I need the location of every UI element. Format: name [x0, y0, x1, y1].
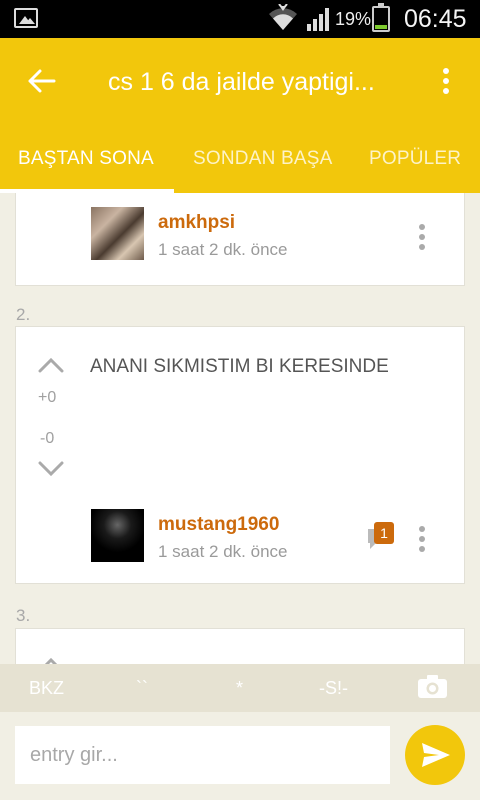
app-toolbar: cs 1 6 da jailde yaptigi... BAŞTAN SONA … — [0, 38, 480, 193]
tab-populer[interactable]: POPÜLER — [369, 148, 461, 170]
entry-input[interactable] — [15, 726, 390, 784]
back-arrow-icon[interactable] — [22, 66, 62, 96]
entry-menu-icon[interactable] — [414, 526, 430, 556]
topic-title: cs 1 6 da jailde yaptigi... — [108, 68, 375, 96]
status-bar: 19% 06:45 — [0, 0, 480, 38]
entry-card: +0 -0 ANANI SIKMISTIM BI KERESINDE musta… — [15, 326, 465, 584]
tab-sondan-basa[interactable]: SONDAN BAŞA — [193, 148, 332, 170]
entry-author[interactable]: mustang1960 — [158, 514, 279, 536]
avatar[interactable] — [91, 207, 144, 260]
entry-time: 1 saat 2 dk. önce — [158, 240, 288, 259]
avatar[interactable] — [91, 509, 144, 562]
gallery-notification-icon — [14, 8, 38, 28]
entry-menu-icon[interactable] — [414, 224, 430, 254]
wifi-icon — [269, 4, 297, 30]
entry-author[interactable]: amkhpsi — [158, 212, 235, 234]
spoiler-button[interactable]: -S!- — [319, 678, 348, 699]
entry-number: 2. — [16, 305, 31, 324]
battery-percent: 19% — [335, 9, 372, 29]
downvote-count: -0 — [40, 430, 55, 447]
entry-text: ANANI SIKMISTIM BI KERESINDE — [90, 356, 389, 377]
upvote-chevron-icon[interactable] — [38, 357, 64, 373]
entry-card: amkhpsi 1 saat 2 dk. önce — [15, 193, 465, 286]
bkz-button[interactable]: BKZ — [29, 678, 64, 699]
camera-icon[interactable] — [417, 674, 448, 699]
entry-time: 1 saat 2 dk. önce — [158, 542, 288, 561]
entry-input-row — [0, 712, 480, 800]
downvote-chevron-icon[interactable] — [38, 461, 64, 477]
overflow-menu-icon[interactable] — [436, 66, 456, 96]
battery-icon — [372, 3, 390, 32]
signal-icon — [307, 8, 329, 31]
send-icon — [422, 743, 450, 767]
backtick-button[interactable]: `` — [136, 678, 148, 699]
upvote-count: +0 — [38, 389, 57, 406]
comment-count-badge: 1 — [374, 522, 394, 544]
sort-tabs: BAŞTAN SONA SONDAN BAŞA POPÜLER — [0, 138, 480, 193]
format-toolbar: BKZ `` * -S!- — [0, 664, 480, 712]
clock: 06:45 — [404, 5, 467, 33]
asterisk-button[interactable]: * — [236, 678, 243, 699]
entry-number: 3. — [16, 606, 31, 625]
tab-bastan-sona[interactable]: BAŞTAN SONA — [18, 148, 154, 170]
send-button[interactable] — [405, 725, 465, 785]
